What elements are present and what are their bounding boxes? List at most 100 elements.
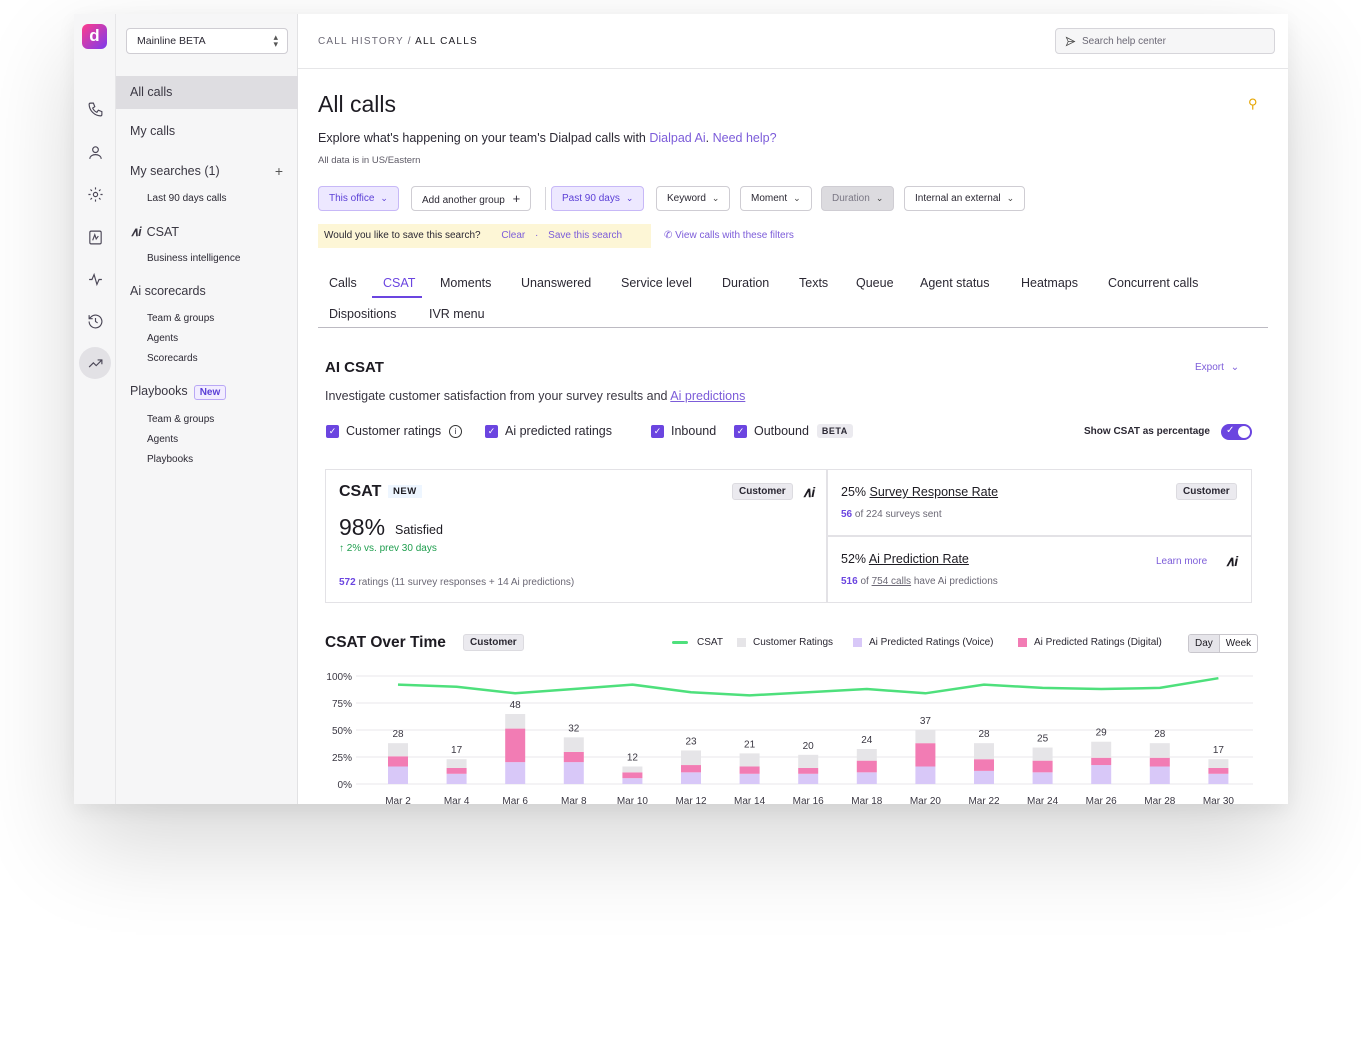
sidebar-item-my-calls[interactable]: My calls: [116, 124, 298, 138]
bar-total-label: 12: [627, 753, 639, 764]
date-filter[interactable]: Past 90 days ⌄: [551, 186, 645, 211]
chevron-down-icon: ⌄: [793, 193, 801, 203]
tab-moments[interactable]: Moments: [440, 276, 491, 290]
duration-filter[interactable]: Duration ⌄: [821, 186, 895, 211]
sidebar-subitem-sc-team[interactable]: Team & groups: [147, 313, 214, 324]
sidebar-subitem-pb-agents[interactable]: Agents: [147, 434, 178, 445]
sidebar-item-csat[interactable]: ∧i CSAT: [116, 224, 298, 239]
subtitle-dot: .: [705, 131, 713, 145]
tab-heatmaps[interactable]: Heatmaps: [1021, 276, 1078, 290]
new-badge: NEW: [388, 485, 422, 498]
sidebar-subitem-last-90[interactable]: Last 90 days calls: [147, 193, 227, 204]
tab-ivr-menu[interactable]: IVR menu: [429, 307, 485, 321]
keyword-filter-label: Keyword: [667, 193, 706, 204]
customer-ratings-checkbox[interactable]: ✓ Customer ratings i: [326, 424, 463, 438]
bar-total-label: 28: [392, 729, 404, 740]
tab-texts[interactable]: Texts: [799, 276, 828, 290]
ai-analytics-icon[interactable]: [83, 225, 107, 249]
breadcrumb-parent[interactable]: CALL HISTORY: [318, 36, 404, 47]
dialpad-logo-icon[interactable]: d: [82, 24, 107, 49]
view-calls-link[interactable]: ✆ View calls with these filters: [664, 230, 794, 241]
active-tab-indicator: [372, 296, 422, 298]
sidebar-item-playbooks[interactable]: Playbooks New: [116, 384, 298, 400]
inbound-checkbox[interactable]: ✓ Inbound: [651, 424, 716, 438]
csat-satisfied: Satisfied: [395, 523, 443, 537]
csat-percentage-toggle[interactable]: ✓: [1221, 424, 1252, 440]
legend-ai-digital-swatch: [1018, 638, 1027, 647]
week-button[interactable]: Week: [1220, 635, 1257, 652]
bar-segment-customer: [915, 730, 936, 744]
send-icon: [1065, 36, 1076, 47]
sidebar-subitem-pb-playbooks[interactable]: Playbooks: [147, 454, 193, 465]
customer-ratings-label: Customer ratings: [346, 424, 442, 438]
breadcrumb-current: ALL CALLS: [415, 36, 478, 47]
phone-icon[interactable]: [83, 97, 107, 121]
customer-pill: Customer: [1176, 483, 1237, 500]
day-button[interactable]: Day: [1189, 635, 1220, 652]
toggle-knob: [1238, 426, 1250, 438]
outbound-checkbox[interactable]: ✓ Outbound BETA: [734, 424, 853, 438]
pin-icon[interactable]: ⚲: [1248, 96, 1258, 112]
tab-duration[interactable]: Duration: [722, 276, 769, 290]
sidebar-item-all-calls[interactable]: All calls: [116, 76, 298, 109]
contacts-icon[interactable]: [83, 140, 107, 164]
sidebar-subitem-sc-agents[interactable]: Agents: [147, 333, 178, 344]
analytics-trend-icon[interactable]: [79, 347, 111, 379]
tab-calls[interactable]: Calls: [329, 276, 357, 290]
bar-segment-ai-voice: [446, 773, 467, 784]
settings-gear-icon[interactable]: [83, 182, 107, 206]
info-icon[interactable]: i: [449, 424, 463, 438]
moment-filter[interactable]: Moment ⌄: [740, 186, 812, 211]
bar-segment-customer: [505, 714, 526, 729]
tab-unanswered[interactable]: Unanswered: [521, 276, 591, 290]
keyword-filter[interactable]: Keyword ⌄: [656, 186, 731, 211]
tab-dispositions[interactable]: Dispositions: [329, 307, 396, 321]
tab-queue[interactable]: Queue: [856, 276, 894, 290]
x-tick-label: Mar 22: [968, 796, 1000, 804]
sidebar-item-ai-scorecards[interactable]: Ai scorecards: [116, 284, 298, 298]
sidebar-item-my-searches[interactable]: My searches (1): [116, 164, 298, 178]
direction-filter[interactable]: Internal an external ⌄: [904, 186, 1026, 211]
prediction-pct: 52%: [841, 552, 867, 566]
legend-ai-voice: Ai Predicted Ratings (Voice): [853, 637, 994, 648]
date-filter-label: Past 90 days: [562, 193, 620, 204]
beta-badge: BETA: [816, 424, 853, 438]
learn-more-link[interactable]: Learn more: [1156, 556, 1207, 567]
tab-service-level[interactable]: Service level: [621, 276, 692, 290]
ai-predictions-link[interactable]: Ai predictions: [670, 389, 745, 403]
history-icon[interactable]: [83, 309, 107, 333]
customer-pill: Customer: [732, 483, 793, 500]
ai-ratings-label: Ai predicted ratings: [505, 424, 613, 438]
tab-agent-status[interactable]: Agent status: [920, 276, 990, 290]
tab-csat[interactable]: CSAT: [383, 276, 415, 290]
bar-total-label: 48: [510, 700, 522, 711]
help-search-input[interactable]: Search help center: [1055, 28, 1275, 54]
activity-icon[interactable]: [83, 267, 107, 291]
chevron-down-icon: ⌄: [875, 193, 884, 203]
legend-ai-voice-label: Ai Predicted Ratings (Voice): [869, 637, 994, 648]
sidebar-subitem-pb-team[interactable]: Team & groups: [147, 414, 214, 425]
office-filter-label: This office: [329, 193, 375, 204]
y-tick-label: 0%: [338, 780, 353, 791]
dialpad-ai-link[interactable]: Dialpad Ai: [649, 131, 705, 145]
view-calls-label: View calls with these filters: [675, 230, 794, 241]
subtitle-text: Explore what's happening on your team's …: [318, 131, 650, 145]
sidebar-subitem-bi[interactable]: Business intelligence: [147, 253, 240, 264]
ai-ratings-checkbox[interactable]: ✓ Ai predicted ratings: [485, 424, 612, 438]
x-tick-label: Mar 30: [1203, 796, 1235, 804]
need-help-link[interactable]: Need help?: [713, 131, 777, 145]
export-button[interactable]: Export ⌄: [1195, 362, 1239, 373]
clear-link[interactable]: Clear: [501, 230, 525, 241]
workspace-select[interactable]: Mainline BETA ▴ ▾: [126, 28, 288, 54]
office-filter[interactable]: This office ⌄: [318, 186, 399, 211]
bar-total-label: 28: [978, 729, 990, 740]
tab-concurrent-calls[interactable]: Concurrent calls: [1108, 276, 1198, 290]
x-tick-label: Mar 6: [502, 796, 528, 804]
bar-segment-ai-digital: [388, 756, 408, 767]
calls-link[interactable]: 754 calls: [872, 576, 911, 587]
save-search-link[interactable]: Save this search: [548, 230, 622, 241]
add-group-button[interactable]: Add another group +: [411, 186, 532, 211]
sidebar-item-playbooks-label: Playbooks: [130, 384, 188, 398]
add-search-button[interactable]: +: [275, 163, 283, 179]
sidebar-subitem-sc-scorecards[interactable]: Scorecards: [147, 353, 198, 364]
